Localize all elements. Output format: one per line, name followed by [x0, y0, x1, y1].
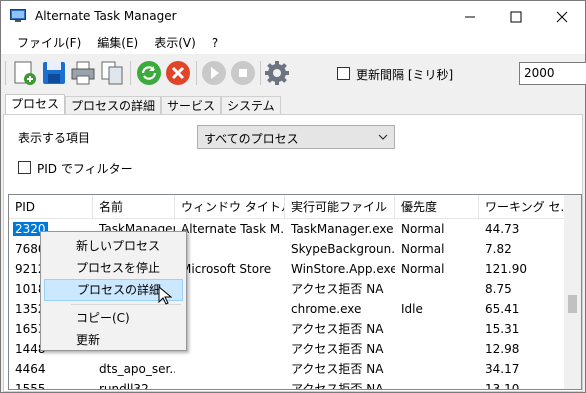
settings-gear-icon[interactable]: [263, 59, 291, 87]
cell-working-set: 7.82: [485, 242, 512, 256]
cell-executable: アクセス拒否 NA: [291, 382, 384, 390]
save-icon[interactable]: [40, 59, 68, 87]
cell-window-title: Microsoft Store: [181, 262, 272, 276]
cell-window-title: [175, 359, 285, 379]
tab-process-details[interactable]: プロセスの詳細: [65, 96, 162, 116]
tab-processes[interactable]: プロセス: [5, 94, 66, 116]
cell-executable: アクセス拒否 NA: [291, 362, 384, 376]
cell-window-title: [175, 299, 285, 319]
pid-filter-checkbox[interactable]: [18, 161, 31, 174]
minimize-icon: [465, 16, 475, 17]
cell-executable: chrome.exe: [291, 302, 362, 316]
table-row[interactable]: 4464 dts_apo_ser... アクセス拒否 NA 34.17: [9, 359, 565, 379]
cell-priority: [395, 339, 479, 359]
copy-icon[interactable]: [98, 59, 126, 87]
context-item-stop-process[interactable]: プロセスを停止: [44, 257, 183, 279]
close-icon: [556, 11, 568, 22]
cell-working-set: 121.90: [485, 262, 527, 276]
refresh-icon[interactable]: [135, 59, 163, 87]
cell-working-set: 13.10: [485, 382, 520, 390]
interval-label: 更新間隔 [ミリ秒]: [356, 68, 454, 82]
toolbar-separator: [130, 61, 131, 85]
cell-priority: Normal: [401, 242, 445, 256]
toolbar: [1, 54, 585, 92]
cell-executable: アクセス拒否 NA: [291, 342, 384, 356]
title-bar: Alternate Task Manager: [1, 1, 585, 32]
table-scrollbar[interactable]: [564, 195, 581, 389]
column-header-priority[interactable]: 優先度: [395, 195, 479, 219]
show-items-label: 表示する項目: [18, 131, 91, 145]
scrollbar-thumb[interactable]: [568, 295, 577, 313]
table-header: PID 名前 ウィンドウ タイトル 実行可能ファイル 優先度 ワーキング セ..…: [9, 195, 565, 219]
table-row[interactable]: 1555 rundll32 アクセス拒否 NA 13.10: [9, 379, 565, 390]
toolbar-separator: [196, 61, 197, 85]
cell-working-set: 65.41: [485, 302, 520, 316]
window-title: Alternate Task Manager: [35, 9, 177, 23]
mouse-cursor-icon: [158, 286, 172, 305]
cell-priority: [395, 319, 479, 339]
menu-edit[interactable]: 編集(E): [89, 32, 146, 54]
toolbar-separator: [260, 61, 261, 85]
cell-priority: Normal: [401, 262, 445, 276]
cell-window-title: [175, 239, 285, 259]
cell-priority: [395, 379, 479, 389]
pause-icon[interactable]: [229, 59, 257, 87]
show-items-value: すべてのプロセス: [204, 132, 299, 146]
column-header-executable[interactable]: 実行可能ファイル: [285, 195, 395, 219]
cell-executable: WinStore.App.exe: [291, 262, 395, 276]
cell-executable: アクセス拒否 NA: [291, 282, 384, 296]
interval-input[interactable]: 2000: [519, 62, 586, 85]
cell-window-title: [175, 379, 285, 389]
tab-system[interactable]: システム: [221, 96, 281, 116]
column-header-window-title[interactable]: ウィンドウ タイトル: [175, 195, 285, 219]
cell-working-set: 12.98: [485, 342, 520, 356]
play-icon[interactable]: [200, 59, 228, 87]
cell-priority: Normal: [401, 222, 445, 236]
menu-file[interactable]: ファイル(F): [9, 32, 89, 54]
cell-working-set: 8.75: [485, 282, 512, 296]
app-window: Alternate Task Manager ファイル(F) 編集(E) 表示(…: [0, 0, 586, 393]
context-item-copy[interactable]: コピー(C): [44, 307, 183, 329]
column-header-working-set[interactable]: ワーキング セ...: [479, 195, 565, 219]
toolbar-grip: [5, 61, 6, 85]
context-item-refresh[interactable]: 更新: [44, 329, 183, 351]
menu-help[interactable]: ?: [204, 32, 226, 54]
column-header-name[interactable]: 名前: [93, 195, 175, 219]
pid-filter-label: PID でフィルター: [37, 162, 133, 176]
cell-priority: Idle: [401, 302, 423, 316]
cell-executable: SkypeBackgroun...: [291, 242, 395, 256]
maximize-icon: [510, 11, 522, 22]
cell-executable: TaskManager.exe: [291, 222, 394, 236]
new-process-icon[interactable]: [11, 59, 39, 87]
cell-priority: [395, 279, 479, 299]
menu-view[interactable]: 表示(V): [146, 32, 204, 54]
close-button[interactable]: [539, 1, 585, 32]
cell-window-title: [175, 319, 285, 339]
cell-pid: 4464: [15, 362, 46, 376]
cell-window-title: [175, 279, 285, 299]
cell-window-title: [175, 339, 285, 359]
print-icon[interactable]: [69, 59, 97, 87]
show-items-select[interactable]: すべてのプロセス: [197, 125, 395, 149]
stop-process-icon[interactable]: [164, 59, 192, 87]
tab-strip: プロセス プロセスの詳細 サービス システム: [5, 94, 281, 116]
cell-priority: [395, 359, 479, 379]
app-monitor-icon: [10, 9, 26, 22]
cell-name: rundll32: [99, 382, 149, 390]
column-header-pid[interactable]: PID: [9, 195, 93, 219]
cell-working-set: 34.17: [485, 362, 520, 376]
cell-window-title: Alternate Task M...: [181, 222, 285, 236]
cell-executable: アクセス拒否 NA: [291, 322, 384, 336]
cell-pid: 1555: [15, 382, 46, 390]
maximize-button[interactable]: [493, 1, 539, 32]
cell-working-set: 44.73: [485, 222, 520, 236]
chevron-down-icon: [378, 134, 388, 140]
cell-working-set: 15.31: [485, 322, 520, 336]
context-item-new-process[interactable]: 新しいプロセス: [44, 235, 183, 257]
menu-bar: ファイル(F) 編集(E) 表示(V) ?: [1, 32, 585, 54]
minimize-button[interactable]: [447, 1, 493, 32]
tab-services[interactable]: サービス: [161, 96, 222, 116]
interval-checkbox[interactable]: [337, 67, 350, 80]
cell-name: dts_apo_ser...: [99, 362, 175, 376]
